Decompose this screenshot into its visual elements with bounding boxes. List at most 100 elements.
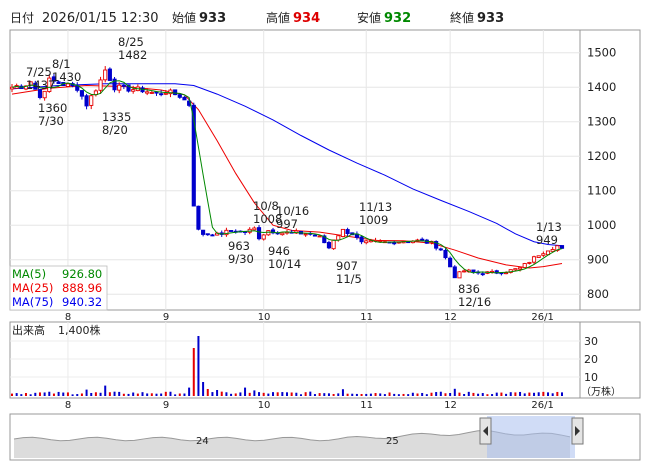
x-tick-label: 12: [444, 400, 457, 411]
close-value: 933: [477, 11, 504, 26]
price-annotation-text: 12/16: [458, 295, 491, 309]
price-annotation-text: 10/8: [253, 199, 279, 213]
legend-ma5-label: MA(5): [12, 267, 46, 281]
y-tick-label: 900: [587, 253, 609, 267]
candle-body: [364, 240, 369, 244]
price-annotation-text: 7/25: [26, 65, 52, 79]
candle-body: [550, 249, 555, 252]
y-tick-label: 1200: [587, 149, 616, 163]
volume-unit: （万株）: [581, 385, 621, 398]
volume-bar: [491, 394, 494, 396]
volume-bar: [514, 392, 517, 396]
volume-bar: [458, 392, 461, 396]
volume-bar: [332, 393, 335, 396]
candle-body: [438, 248, 443, 251]
volume-bar: [34, 392, 37, 396]
volume-bar: [402, 393, 405, 396]
volume-bar: [411, 392, 414, 396]
volume-bar: [449, 392, 452, 396]
volume-bar: [439, 391, 442, 396]
navigator-selection[interactable]: [487, 416, 575, 458]
volume-bar: [276, 392, 279, 396]
volume-bar: [76, 394, 79, 396]
volume-bar: [537, 392, 540, 396]
price-annotation-text: 11/13: [359, 200, 392, 214]
volume-bar: [11, 393, 13, 396]
x-tick-label: 9: [163, 400, 169, 411]
price-annotation-text: 1360: [38, 101, 67, 115]
close-label: 終値: [450, 10, 474, 25]
price-annotation-text: 10/16: [276, 204, 309, 218]
price-annotation-text: 836: [458, 282, 480, 296]
volume-bar: [127, 393, 130, 396]
candle-body: [331, 239, 336, 250]
volume-bar: [318, 393, 321, 396]
price-annotation-text: 8/25: [118, 35, 144, 49]
volume-bar: [272, 392, 275, 396]
candle-body: [256, 227, 262, 240]
navigator-left-handle[interactable]: [479, 417, 492, 445]
datetime: 2026/01/15 12:30: [42, 11, 159, 26]
volume-bar: [80, 393, 83, 396]
y-tick-label: 1000: [587, 218, 616, 232]
volume-bar: [388, 392, 391, 396]
volume-bar: [295, 392, 298, 396]
volume-bar: [323, 393, 326, 396]
candle-body: [65, 83, 70, 87]
candle-body: [163, 92, 168, 95]
volume-bar: [160, 393, 163, 396]
volume-bar: [500, 392, 503, 396]
volume-bar: [561, 392, 563, 396]
date-label: 日付: [10, 11, 34, 25]
candle-body: [145, 91, 150, 94]
volume-bar: [393, 393, 396, 396]
candle-body: [536, 255, 541, 258]
candle-body: [457, 271, 462, 279]
volume-bar: [108, 392, 111, 396]
chart-stage: 日付 2026/01/15 12:30 始値 933 高値 934 安値 932…: [0, 0, 653, 470]
volume-bar: [430, 392, 433, 396]
price-annotation-text: 8/20: [102, 123, 128, 137]
candle-body: [205, 233, 210, 236]
volume-tick-20: 20: [584, 353, 598, 366]
legend-ma25-label: MA(25): [12, 281, 53, 295]
price-annotation-text: 1009: [359, 213, 388, 227]
volume-bar: [216, 390, 219, 396]
volume-bar: [486, 394, 489, 396]
volume-bar: [444, 393, 447, 396]
candle-body: [177, 94, 182, 98]
volume-bar: [472, 392, 475, 396]
x-tick-label: 10: [258, 400, 271, 411]
volume-bar: [146, 393, 149, 396]
volume-bar: [421, 392, 424, 396]
candle-body: [98, 79, 103, 91]
candle-body: [159, 93, 164, 96]
volume-bar: [169, 391, 172, 396]
volume-bar: [211, 392, 214, 396]
volume-bar: [206, 389, 209, 396]
volume-bar: [337, 393, 340, 396]
candle-body: [229, 230, 234, 232]
volume-bar: [202, 382, 205, 396]
volume-tick-30: 30: [584, 335, 598, 348]
volume-bar: [258, 392, 261, 396]
open-value: 933: [199, 11, 226, 26]
volume-bar: [225, 392, 228, 396]
volume-bar: [425, 394, 428, 396]
volume-bar: [379, 393, 382, 396]
candle-body: [210, 234, 215, 237]
candle-body: [42, 90, 47, 99]
volume-bar: [66, 392, 69, 396]
candle-body: [517, 267, 523, 270]
volume-bar: [551, 393, 554, 396]
navigator-right-handle[interactable]: [571, 417, 584, 445]
volume-bar: [528, 392, 531, 396]
y-tick-label: 1100: [587, 184, 616, 198]
candle-body: [345, 229, 350, 235]
price-annotation-text: 9/30: [228, 252, 254, 266]
legend-ma75-label: MA(75): [12, 295, 53, 309]
volume-bar: [495, 392, 498, 396]
high-label: 高値: [266, 10, 290, 25]
volume-bar: [48, 391, 51, 396]
x-tick-label: 8: [65, 400, 71, 411]
